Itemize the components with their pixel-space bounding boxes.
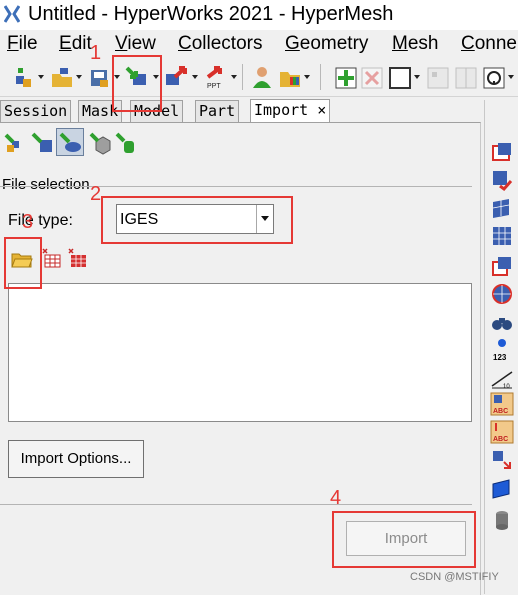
import-connectors-icon[interactable] [114,131,138,155]
import-solid-icon[interactable] [88,131,112,155]
element-check-icon[interactable] [490,168,514,192]
menu-connectors[interactable]: Conne [461,33,517,55]
menu-collectors[interactable]: Collectors [178,33,262,55]
transform-move-icon[interactable] [490,448,514,472]
tab-part[interactable]: Part [195,100,240,122]
open-model-icon[interactable] [50,64,74,90]
window-title: Untitled - HyperWorks 2021 - HyperMesh [28,3,394,25]
save-model-icon[interactable] [88,64,112,90]
menu-mesh[interactable]: Mesh [392,33,438,55]
hyperworks-app-icon [4,5,20,23]
split-view-vertical-icon[interactable] [454,64,478,90]
tab-import-close-icon[interactable]: × [317,101,326,119]
annotation-box-3 [4,237,42,289]
add-grid-icon[interactable] [334,64,358,90]
remove-selected-files-icon[interactable] [42,248,64,270]
split-view-icon[interactable] [426,64,450,90]
cylinder-icon[interactable] [490,508,514,532]
tab-import[interactable]: Import × [250,99,331,122]
menu-file[interactable]: File [7,33,38,55]
label-abc-icon[interactable]: ABC [490,392,514,416]
plane-surface-icon[interactable] [490,476,514,500]
toolbar-separator [242,64,243,90]
help-dropdown-icon[interactable] [508,75,514,79]
mesh-plane-icon[interactable] [490,196,514,220]
color-folder-icon[interactable] [278,64,302,90]
user-profile-icon[interactable] [250,64,274,90]
mesh-red-frame-icon[interactable] [490,254,514,278]
entity-id-icon[interactable]: 123 [490,338,514,362]
import-fe-icon[interactable] [30,131,54,155]
svg-text:ABC: ABC [493,436,508,443]
svg-text:ABC: ABC [493,408,508,415]
panel-divider [0,504,472,505]
svg-text:10: 10 [503,384,510,390]
delete-grid-icon[interactable] [360,64,384,90]
annotation-number-1: 1 [90,42,102,64]
annotation-number-4: 4 [330,487,342,509]
annotation-box-4 [332,511,476,568]
menu-edit[interactable]: Edit [59,33,92,55]
window-frame-icon[interactable] [388,64,412,90]
mesh-grid-icon[interactable] [490,224,514,248]
file-list[interactable] [8,283,472,422]
watermark: CSDN @MSTIFIY [410,571,499,583]
new-model-icon[interactable] [12,64,36,90]
import-options-button[interactable]: Import Options... [8,440,144,478]
file-selection-label: File selection [2,176,90,193]
window-frame-dropdown-icon[interactable] [414,75,420,79]
tab-import-label: Import [254,101,309,119]
annotation-box-1 [112,55,162,112]
binoculars-icon[interactable] [490,310,514,334]
view-box-red-icon[interactable] [490,140,514,164]
annotation-number-2: 2 [90,183,102,205]
annotation-number-3: 3 [22,211,34,233]
svg-text:PPT: PPT [207,83,221,90]
remove-all-files-icon[interactable] [68,248,90,270]
annotation-box-2 [101,196,293,244]
color-folder-dropdown-icon[interactable] [304,75,310,79]
help-icon[interactable] [482,64,506,90]
label-abc-red-icon[interactable]: ABC [490,420,514,444]
ppt-export-dropdown-icon[interactable] [231,75,237,79]
measure-ruler-icon[interactable]: 10 [490,366,514,390]
file-type-label: File type: [8,212,73,229]
toolbar-separator [320,64,321,90]
section-divider [0,186,472,187]
tab-session[interactable]: Session [0,100,72,122]
new-model-dropdown-icon[interactable] [38,75,44,79]
ppt-export-icon[interactable]: PPT [202,64,226,90]
sphere-grid-icon[interactable] [490,282,514,306]
menu-geometry[interactable]: Geometry [285,33,368,55]
open-model-dropdown-icon[interactable] [76,75,82,79]
export-icon[interactable] [164,64,188,90]
svg-text:123: 123 [493,353,507,362]
export-dropdown-icon[interactable] [192,75,198,79]
menu-view[interactable]: View [115,33,156,55]
import-geometry-icon [59,132,81,152]
import-model-icon[interactable] [2,131,26,155]
